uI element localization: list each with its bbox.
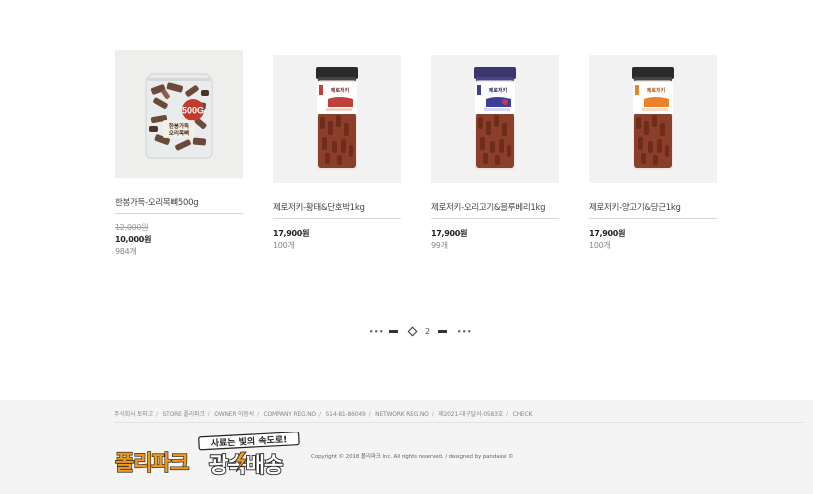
pagination: ••• 2 ••• xyxy=(0,325,813,339)
product-card[interactable]: 제로저키 제로저키-황태&단호박1kg 17,900원 100개 xyxy=(273,55,401,251)
product-image[interactable]: 제로저키 xyxy=(273,55,401,183)
current-page[interactable]: 2 xyxy=(425,325,430,339)
jerky-jar-icon: 제로저키 xyxy=(632,67,674,170)
footer-divider xyxy=(114,422,804,423)
product-stock: 100개 xyxy=(273,241,295,250)
product-price: 17,900원 xyxy=(431,229,468,238)
product-image[interactable]: 제로저키 xyxy=(431,55,559,183)
product-price: 17,900원 xyxy=(273,229,310,238)
logo-text-right: 광속배송 xyxy=(209,453,283,477)
svg-text:제로저키: 제로저키 xyxy=(489,87,508,94)
product-name[interactable]: 제로저키-오리고기&블루베리1kg xyxy=(431,201,559,219)
footer-info-item: NETWORK REG.NO xyxy=(375,411,429,418)
copyright-text: Copyright © 2018 폴리파크 Inc. All rights re… xyxy=(311,454,514,460)
product-name[interactable]: 한봉가득-오리목뼈500g xyxy=(115,196,243,214)
footer-info-item: 제2021-대구달서-0583호 xyxy=(438,411,504,418)
product-price: 10,000원 xyxy=(115,235,152,244)
svg-text:한봉가득: 한봉가득 xyxy=(169,122,189,130)
page-indicator-diamond-icon xyxy=(407,326,418,337)
footer-info-item: 주식회사 토파고 xyxy=(114,411,153,418)
brand-logo[interactable]: 사료는 빛의 속도로! 폴리파크 광속배송 xyxy=(113,432,307,477)
product-card[interactable]: 제로저키 제로저키-양고기&당근1kg 17,900원 100개 xyxy=(589,55,717,251)
jerky-jar-icon: 제로저키 xyxy=(316,67,358,170)
product-image[interactable]: 500G 한봉가득 오리목뼈 xyxy=(115,50,243,178)
last-page-button[interactable]: ••• xyxy=(457,325,472,339)
duck-neck-bag-icon: 500G 한봉가득 오리목뼈 xyxy=(145,73,213,159)
product-stock: 99개 xyxy=(431,241,448,250)
svg-text:제로저키: 제로저키 xyxy=(331,87,350,94)
svg-text:제로저키: 제로저키 xyxy=(647,87,666,94)
product-card[interactable]: 제로저키 제로저키-오리고기&블루베리1kg 17,900원 99개 xyxy=(431,55,559,251)
footer-info-item: OWNER 이동석 xyxy=(214,411,254,418)
product-stock: 100개 xyxy=(589,241,611,250)
next-page-button[interactable] xyxy=(438,330,447,333)
product-name[interactable]: 제로저키-양고기&당근1kg xyxy=(589,201,717,219)
product-price: 17,900원 xyxy=(589,229,626,238)
prev-page-button[interactable] xyxy=(389,330,398,333)
jerky-jar-icon: 제로저키 xyxy=(474,67,516,170)
product-list: 500G 한봉가득 오리목뼈 한봉가득-오리목뼈500g 12,000원 10,… xyxy=(0,0,813,300)
footer-info-item: STORE 폴리파크 xyxy=(162,411,205,418)
logo-text-left: 폴리파크 xyxy=(115,451,189,475)
footer: 주식회사 토파고 / STORE 폴리파크 / OWNER 이동석 / COMPANY… xyxy=(0,400,813,494)
bag-badge: 500G xyxy=(182,106,204,116)
product-price-original: 12,000원 xyxy=(115,223,149,232)
product-image[interactable]: 제로저키 xyxy=(589,55,717,183)
first-page-button[interactable]: ••• xyxy=(369,325,384,339)
footer-company-info: 주식회사 토파고 / STORE 폴리파크 / OWNER 이동석 / COMPANY… xyxy=(114,411,533,418)
footer-info-item: COMPANY REG.NO xyxy=(263,411,317,418)
product-name[interactable]: 제로저키-황태&단호박1kg xyxy=(273,201,401,219)
svg-text:오리목뼈: 오리목뼈 xyxy=(169,129,189,137)
footer-check-link[interactable]: CHECK xyxy=(513,411,533,418)
product-card[interactable]: 500G 한봉가득 오리목뼈 한봉가득-오리목뼈500g 12,000원 10,… xyxy=(115,50,243,257)
footer-info-item: 514-81-86049 xyxy=(325,411,366,418)
product-stock: 984개 xyxy=(115,247,137,256)
